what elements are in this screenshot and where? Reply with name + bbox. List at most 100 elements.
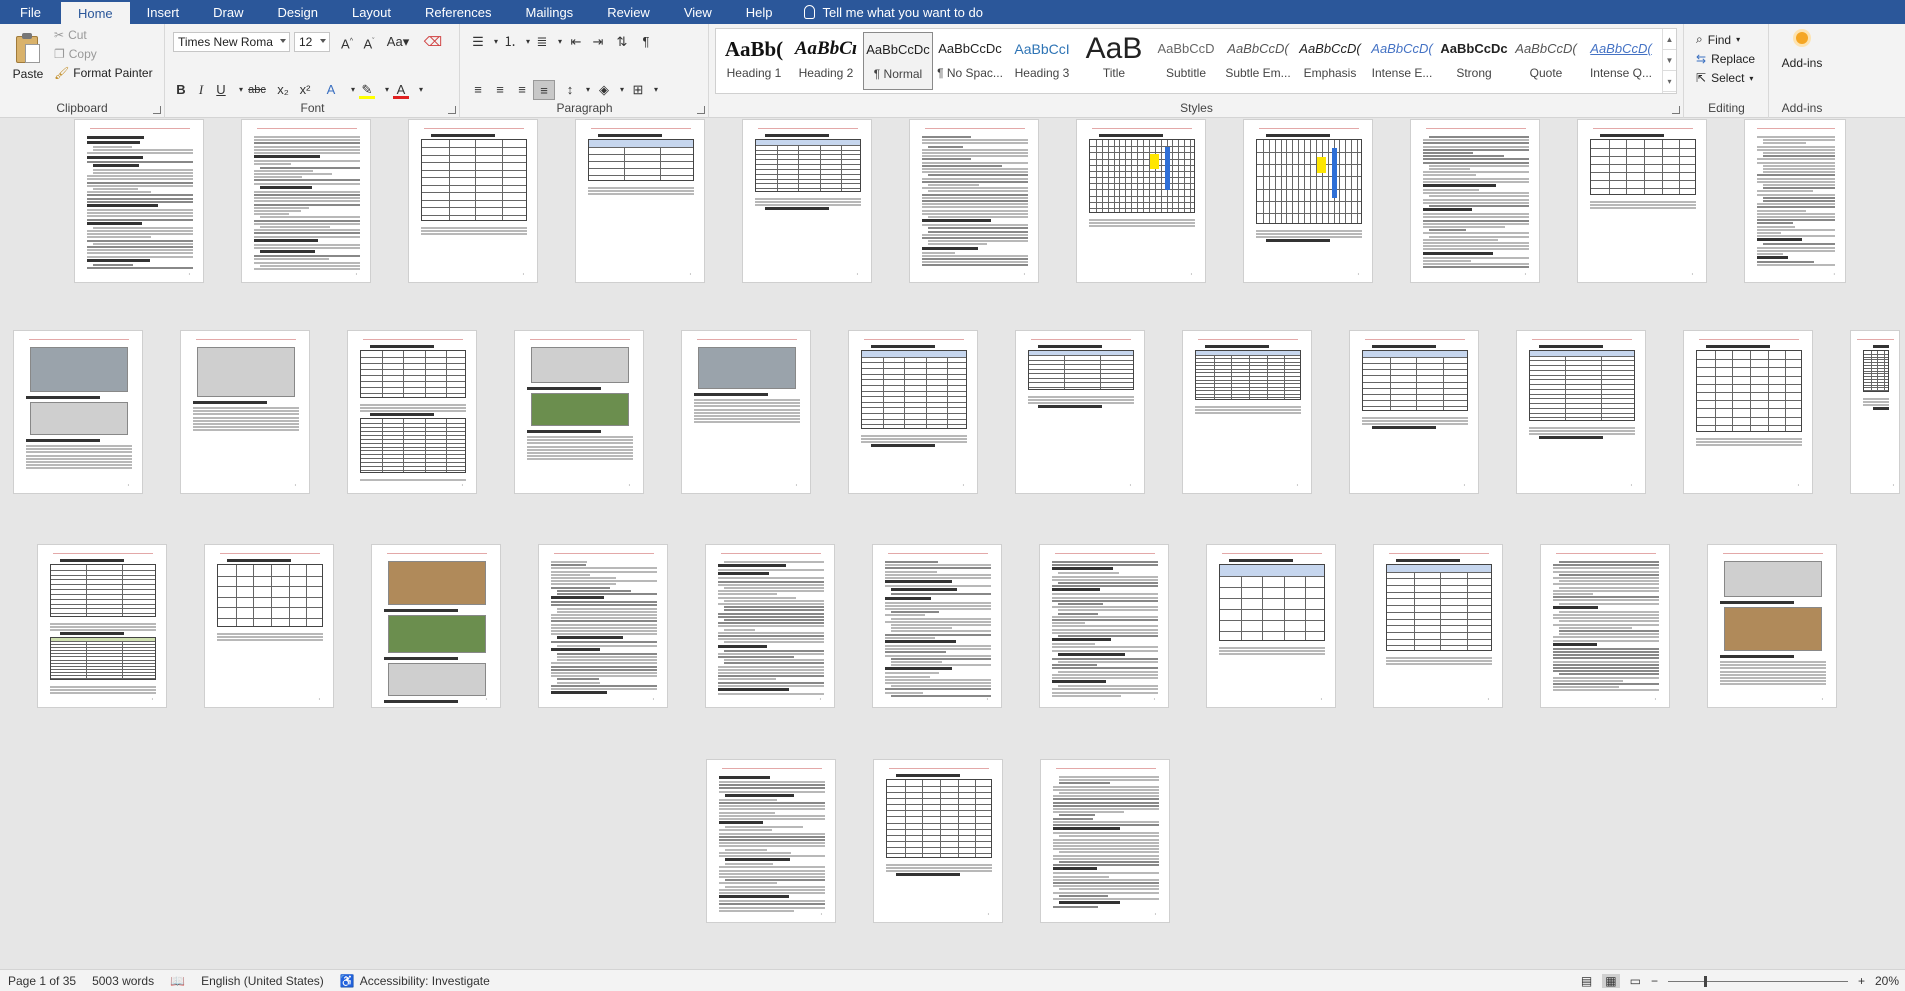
underline-button[interactable]: U — [210, 80, 232, 100]
font-size-dropdown[interactable]: 12 — [294, 32, 330, 52]
style-subtitle[interactable]: AaBbCcD Subtitle — [1151, 32, 1221, 90]
zoom-out-icon[interactable]: − — [1651, 974, 1658, 988]
scroll-up-icon[interactable]: ▲ — [1663, 29, 1676, 50]
page-thumbnail[interactable]: • — [848, 330, 978, 494]
page-thumbnail[interactable]: • — [1015, 330, 1145, 494]
highlight-color-button[interactable]: ✎ — [356, 80, 378, 100]
web-layout-icon[interactable]: ▭ — [1630, 974, 1641, 988]
language-status[interactable]: English (United States) — [201, 974, 324, 988]
show-formatting-marks-icon[interactable]: ¶ — [635, 32, 657, 52]
zoom-slider[interactable] — [1667, 975, 1848, 987]
page-thumbnail[interactable]: • — [1182, 330, 1312, 494]
page-thumbnail[interactable]: • — [1206, 544, 1336, 708]
style-intense-quote[interactable]: AaBbCcD( Intense Q... — [1583, 32, 1659, 90]
page-thumbnail[interactable]: • — [37, 544, 167, 708]
style-heading-1[interactable]: AaBb( Heading 1 — [719, 32, 789, 90]
page-thumbnail[interactable]: • — [1577, 119, 1707, 283]
document-multipage-view[interactable]: • • • • • • • • • • • • • • • • • • • • • • • • • • • • • • • • • • • • • — [0, 119, 1905, 969]
page-thumbnail[interactable]: • — [241, 119, 371, 283]
page-thumbnail[interactable]: • — [514, 330, 644, 494]
replace-button[interactable]: ⇆ Replace — [1696, 52, 1755, 66]
styles-launcher-icon[interactable] — [1672, 106, 1680, 114]
align-left-icon[interactable]: ≡ — [467, 80, 489, 100]
grow-font-icon[interactable]: A^ — [336, 32, 358, 52]
sort-icon[interactable]: ⇅ — [611, 32, 633, 52]
subscript-button[interactable]: x₂ — [272, 80, 294, 100]
style-emphasis[interactable]: AaBbCcD( Emphasis — [1295, 32, 1365, 90]
tell-me-search[interactable]: Tell me what you want to do — [803, 0, 983, 24]
page-thumbnail[interactable]: • — [705, 544, 835, 708]
page-thumbnail[interactable]: • — [74, 119, 204, 283]
page-thumbnail[interactable]: • — [1243, 119, 1373, 283]
clipboard-launcher-icon[interactable] — [153, 106, 161, 114]
style-quote[interactable]: AaBbCcD( Quote — [1511, 32, 1581, 90]
borders-dropdown-icon[interactable]: ▾ — [645, 80, 667, 100]
read-mode-icon[interactable]: ▤ — [1581, 974, 1592, 988]
justify-icon[interactable]: ≡ — [533, 80, 555, 100]
increase-indent-icon[interactable]: ⇥ — [587, 32, 609, 52]
italic-button[interactable]: I — [190, 80, 212, 100]
text-effects-icon[interactable]: A — [320, 80, 342, 100]
page-thumbnail[interactable]: • — [371, 544, 501, 708]
tab-home[interactable]: Home — [60, 2, 130, 24]
page-thumbnail[interactable]: • — [909, 119, 1039, 283]
font-family-dropdown[interactable]: Times New Roma — [173, 32, 290, 52]
page-thumbnail[interactable]: • — [13, 330, 143, 494]
word-count[interactable]: 5003 words — [92, 974, 154, 988]
style-title[interactable]: AaB Title — [1079, 32, 1149, 90]
styles-gallery-scroll[interactable]: ▲ ▼ ▾ — [1662, 29, 1676, 93]
page-thumbnail[interactable]: • — [742, 119, 872, 283]
strikethrough-button[interactable]: abc — [244, 80, 270, 100]
page-thumbnail[interactable]: • — [1373, 544, 1503, 708]
style-strong[interactable]: AaBbCcDc Strong — [1439, 32, 1509, 90]
tab-draw[interactable]: Draw — [196, 0, 260, 24]
page-count[interactable]: Page 1 of 35 — [8, 974, 76, 988]
align-center-icon[interactable]: ≡ — [489, 80, 511, 100]
font-color-dropdown-icon[interactable]: ▾ — [410, 80, 432, 100]
bold-button[interactable]: B — [170, 80, 192, 100]
style-no-spacing[interactable]: AaBbCcDc ¶ No Spac... — [935, 32, 1005, 90]
style-heading-3[interactable]: AaBbCcI Heading 3 — [1007, 32, 1077, 90]
scroll-down-icon[interactable]: ▼ — [1663, 50, 1676, 71]
page-thumbnail[interactable]: • — [1516, 330, 1646, 494]
shrink-font-icon[interactable]: Aˇ — [358, 32, 380, 52]
decrease-indent-icon[interactable]: ⇤ — [565, 32, 587, 52]
tab-mailings[interactable]: Mailings — [509, 0, 591, 24]
style-subtle-emphasis[interactable]: AaBbCcD( Subtle Em... — [1223, 32, 1293, 90]
addins-button[interactable]: Add-ins — [1778, 32, 1826, 70]
gallery-expand-icon[interactable]: ▾ — [1663, 71, 1676, 92]
accessibility-status[interactable]: ♿ Accessibility: Investigate — [340, 974, 490, 988]
zoom-in-icon[interactable]: + — [1858, 974, 1865, 988]
page-thumbnail[interactable]: • — [706, 759, 836, 923]
zoom-level[interactable]: 20% — [1875, 974, 1899, 988]
tab-design[interactable]: Design — [261, 0, 335, 24]
change-case-button[interactable]: Aa▾ — [384, 32, 412, 52]
zoom-slider-thumb[interactable] — [1703, 975, 1707, 987]
page-thumbnail[interactable]: • — [347, 330, 477, 494]
page-thumbnail[interactable]: • — [1039, 544, 1169, 708]
format-painter-button[interactable]: 🖌 Format Painter — [54, 66, 153, 80]
page-thumbnail[interactable]: • — [1744, 119, 1846, 283]
tab-layout[interactable]: Layout — [335, 0, 408, 24]
font-color-button[interactable]: A — [390, 80, 412, 100]
style-heading-2[interactable]: AaBbCı Heading 2 — [791, 32, 861, 90]
paragraph-launcher-icon[interactable] — [697, 106, 705, 114]
copy-button[interactable]: ❐ Copy — [54, 47, 97, 61]
page-thumbnail[interactable]: • — [873, 759, 1003, 923]
page-thumbnail[interactable]: • — [1349, 330, 1479, 494]
tab-insert[interactable]: Insert — [130, 0, 197, 24]
align-right-icon[interactable]: ≡ — [511, 80, 533, 100]
page-thumbnail[interactable]: • — [1040, 759, 1170, 923]
page-thumbnail[interactable]: • — [872, 544, 1002, 708]
tab-review[interactable]: Review — [590, 0, 667, 24]
page-thumbnail[interactable]: • — [204, 544, 334, 708]
tab-references[interactable]: References — [408, 0, 508, 24]
page-thumbnail[interactable]: • — [1683, 330, 1813, 494]
font-launcher-icon[interactable] — [448, 106, 456, 114]
page-thumbnail[interactable]: • — [538, 544, 668, 708]
page-thumbnail[interactable]: • — [1707, 544, 1837, 708]
page-thumbnail[interactable]: • — [1850, 330, 1900, 494]
paste-button[interactable]: Paste — [8, 32, 48, 81]
page-thumbnail[interactable]: • — [1076, 119, 1206, 283]
page-thumbnail[interactable]: • — [575, 119, 705, 283]
